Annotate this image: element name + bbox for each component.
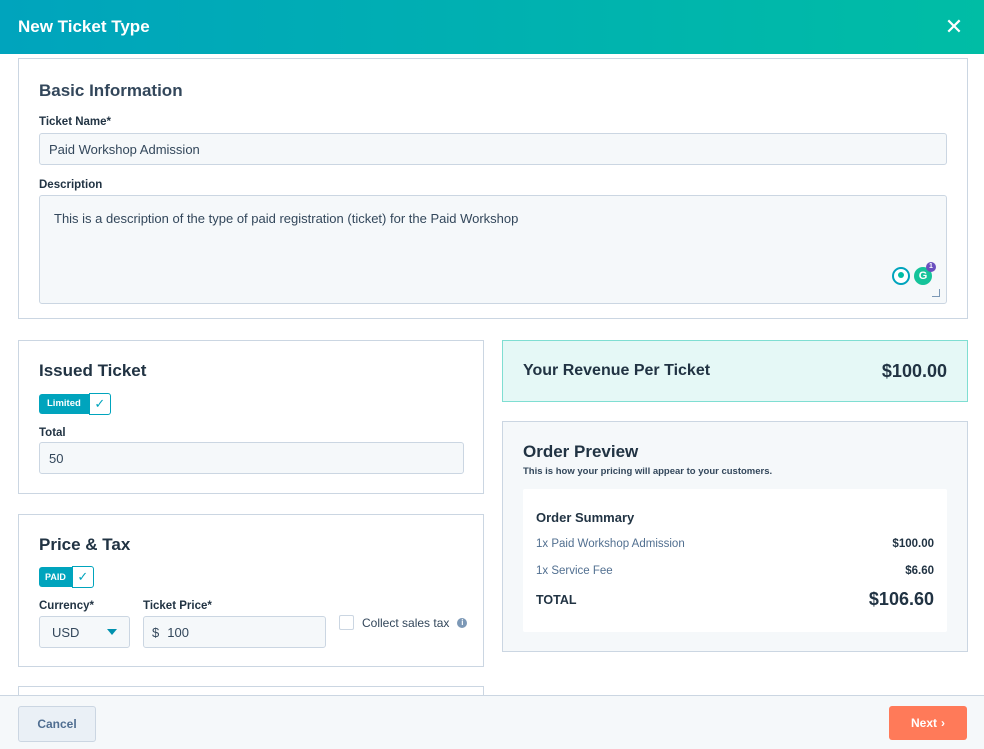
ticket-price-label: Ticket Price* <box>143 600 212 612</box>
summary-item-amount: $100.00 <box>892 538 934 550</box>
checkmark-icon: ✓ <box>88 393 111 415</box>
order-preview-heading: Order Preview <box>523 442 639 461</box>
currency-symbol: $ <box>152 624 160 640</box>
sales-tax-label: Collect sales tax <box>362 615 450 630</box>
info-icon[interactable]: i <box>457 617 468 628</box>
summary-item-amount: $6.60 <box>905 565 934 577</box>
paid-toggle[interactable]: PAID ✓ <box>39 566 94 588</box>
issued-ticket-heading: Issued Ticket <box>39 361 147 380</box>
basic-information-heading: Basic Information <box>39 81 183 100</box>
order-summary: Order Summary 1x Paid Workshop Admission… <box>523 489 947 632</box>
summary-row: 1x Service Fee $6.60 <box>536 565 934 577</box>
paid-tag: PAID <box>39 567 72 587</box>
close-icon[interactable]: ✕ <box>942 16 966 38</box>
checkmark-icon: ✓ <box>71 566 94 588</box>
ticket-name-input[interactable]: Paid Workshop Admission <box>39 133 947 165</box>
modal-body[interactable]: Basic Information Ticket Name* Paid Work… <box>0 54 984 695</box>
resize-handle-icon[interactable] <box>932 289 940 297</box>
ticket-price-input[interactable]: $ 100 <box>143 616 326 648</box>
description-text: This is a description of the type of pai… <box>54 211 519 226</box>
summary-total-row: TOTAL $106.60 <box>536 589 934 610</box>
textarea-tools: G1 <box>892 262 936 285</box>
total-label: Total <box>39 427 66 439</box>
description-textarea[interactable]: This is a description of the type of pai… <box>39 195 947 304</box>
order-preview-card: Order Preview This is how your pricing w… <box>502 421 968 652</box>
next-button[interactable]: Next › <box>889 706 967 740</box>
description-label: Description <box>39 179 103 191</box>
collect-sales-tax[interactable]: Collect sales tax i <box>339 615 468 630</box>
revenue-label: Your Revenue Per Ticket <box>523 362 711 379</box>
order-preview-subtitle: This is how your pricing will appear to … <box>523 466 773 477</box>
limited-toggle[interactable]: Limited ✓ <box>39 393 111 415</box>
summary-item-label: 1x Paid Workshop Admission <box>536 538 685 550</box>
revenue-value: $100.00 <box>881 360 947 381</box>
chevron-right-icon: › <box>941 716 945 730</box>
ticket-name-label: Ticket Name* <box>39 116 112 128</box>
total-row-label: TOTAL <box>536 592 577 607</box>
total-row-value: $106.60 <box>868 589 934 609</box>
price-tax-card: Price & Tax PAID ✓ Currency* Ticket Pric… <box>18 514 484 667</box>
currency-label: Currency* <box>39 600 94 612</box>
order-summary-title: Order Summary <box>536 510 635 525</box>
total-input[interactable]: 50 <box>39 442 464 474</box>
price-tax-heading: Price & Tax <box>39 535 131 554</box>
currency-value: USD <box>52 624 80 640</box>
modal-header: New Ticket Type ✕ <box>0 0 984 54</box>
lightbulb-icon[interactable] <box>892 267 910 285</box>
cancel-button[interactable]: Cancel <box>18 706 96 742</box>
chevron-down-icon <box>107 629 117 635</box>
modal-title: New Ticket Type <box>18 17 150 36</box>
grammarly-badge: 1 <box>926 262 936 272</box>
revenue-card: Your Revenue Per Ticket $100.00 <box>502 340 968 402</box>
limited-tag: Limited <box>39 394 89 414</box>
summary-item-label: 1x Service Fee <box>536 565 613 577</box>
ticket-price-value: 100 <box>167 624 189 640</box>
summary-row: 1x Paid Workshop Admission $100.00 <box>536 538 934 550</box>
next-section-card <box>18 686 484 695</box>
currency-select[interactable]: USD <box>39 616 130 648</box>
modal-footer: Cancel Next › <box>0 695 984 749</box>
next-label: Next <box>910 716 937 730</box>
basic-information-card: Basic Information Ticket Name* Paid Work… <box>18 58 968 319</box>
sales-tax-checkbox[interactable] <box>339 615 354 630</box>
grammarly-icon[interactable]: G1 <box>914 262 936 285</box>
issued-ticket-card: Issued Ticket Limited ✓ Total 50 <box>18 340 484 494</box>
